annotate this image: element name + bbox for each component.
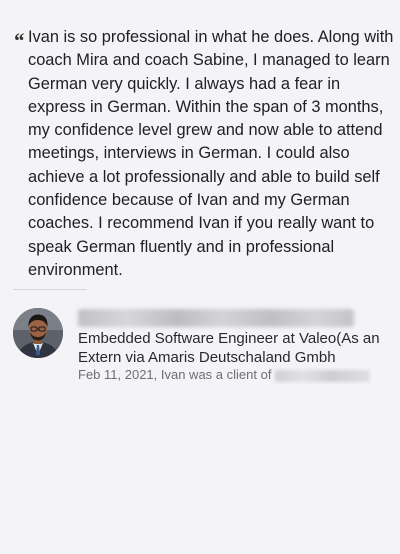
reviewer-entity: Embedded Software Engineer at Valeo(As a… (0, 300, 400, 390)
reviewer-headline: Embedded Software Engineer at Valeo(As a… (78, 330, 380, 366)
reviewer-name-redacted[interactable] (78, 309, 354, 327)
meta-name-redacted (275, 369, 371, 382)
recommendation-date-relationship: Feb 11, 2021, Ivan was a client of (78, 367, 272, 382)
recommendation-card: “ Ivan is so professional in what he doe… (0, 0, 400, 554)
avatar-photo-icon (13, 308, 63, 358)
avatar[interactable] (13, 308, 63, 358)
recommendation-meta: Feb 11, 2021, Ivan was a client of (78, 367, 371, 383)
divider (13, 289, 87, 290)
quote-mark-icon: “ (13, 28, 24, 53)
recommendation-text: Ivan is so professional in what he does.… (28, 28, 394, 279)
